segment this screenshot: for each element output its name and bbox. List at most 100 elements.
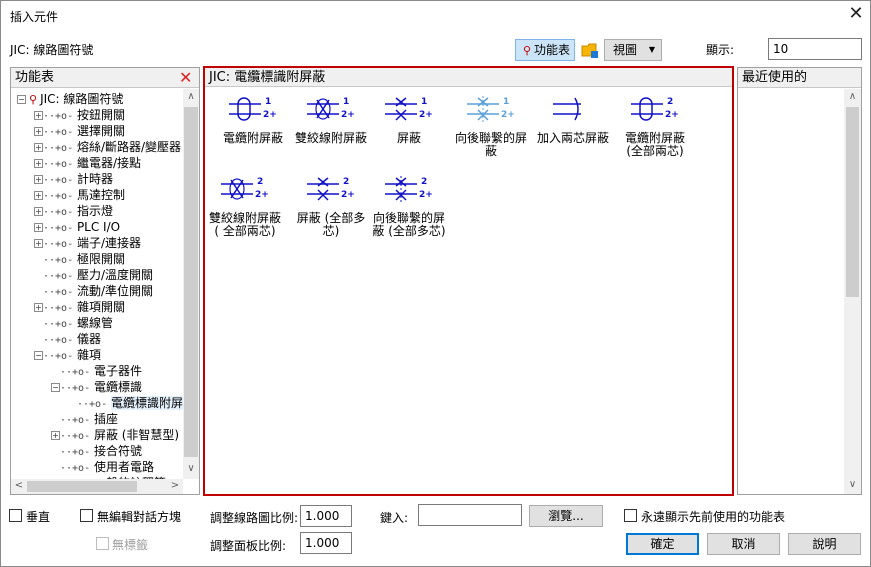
cancel-button[interactable]: 取消 (707, 533, 780, 555)
recent-scroll-thumb[interactable] (846, 107, 859, 297)
recent-scroll-down-icon[interactable]: ∨ (844, 479, 861, 490)
tree-item[interactable]: − ⚲ JIC: 線路圖符號 (17, 91, 123, 107)
tree-vertical-scrollbar[interactable]: ∧ ∨ (183, 89, 199, 479)
tree-item[interactable]: ··+o- 極限開關 (34, 251, 125, 267)
panel-scale-field[interactable]: 1.000 (300, 532, 352, 554)
tree-item[interactable]: +··+o- 選擇開關 (34, 123, 125, 139)
tree-item[interactable]: ··+o- 插座 (51, 411, 118, 427)
tree-item[interactable]: +··+o- PLC I/O (34, 219, 120, 235)
tree-item[interactable]: +··+o- 端子/連接器 (34, 235, 141, 251)
component-icon: ··+o- (43, 319, 74, 330)
folder-icon[interactable] (580, 40, 600, 60)
symbol-item[interactable]: 2 2+ 屏蔽 (全部多芯) (291, 174, 371, 238)
tree-horizontal-scrollbar[interactable]: < > (11, 479, 183, 494)
panel-scale-label: 調整面板比例: (210, 539, 287, 553)
shield-all-multi-icon: 2 2+ (291, 174, 371, 206)
expand-icon[interactable]: + (34, 239, 43, 248)
component-icon: ··+o- (60, 415, 91, 426)
collapse-icon[interactable]: − (17, 95, 26, 104)
tree-item[interactable]: +··+o- 計時器 (34, 171, 113, 187)
expand-icon[interactable]: + (34, 303, 43, 312)
tree-item[interactable]: +··+o- 繼電器/接點 (34, 155, 141, 171)
recent-scroll-up-icon[interactable]: ∧ (844, 91, 861, 102)
ok-button[interactable]: 確定 (626, 533, 699, 555)
tree-item[interactable]: ··+o- 電子器件 (51, 363, 142, 379)
tree-item-label: 按鈕開關 (76, 108, 125, 122)
expand-icon[interactable]: + (34, 127, 43, 136)
menu-tree: − ⚲ JIC: 線路圖符號 +··+o- 按鈕開關 +··+o- 選擇開關 +··+o-… (11, 89, 183, 479)
expand-icon[interactable]: + (34, 191, 43, 200)
browse-button[interactable]: 瀏覽... (529, 505, 603, 527)
symbol-item[interactable]: 2 2+ 向後聯繫的屏蔽 (全部多芯) (369, 174, 449, 238)
display-count-field[interactable]: 10 (768, 38, 862, 60)
tree-item[interactable]: ··+o- 儀器 (34, 331, 101, 347)
tree-item[interactable]: ··+o- 壓力/溫度開關 (34, 267, 153, 283)
library-path: JIC: 線路圖符號 (10, 43, 94, 57)
add-two-core-shield-icon (533, 94, 613, 126)
tree-item[interactable]: +··+o- 馬達控制 (34, 187, 125, 203)
delete-menu-icon[interactable]: ✕ (179, 70, 192, 86)
tree-item[interactable]: +··+o- 指示燈 (34, 203, 113, 219)
no-tag-checkbox[interactable] (96, 537, 109, 550)
symbol-item[interactable]: 1 2+ 雙絞線附屏蔽 (291, 94, 371, 145)
symbol-item[interactable]: 2 2+ 電纜附屏蔽 (全部兩芯) (615, 94, 695, 158)
tree-item[interactable]: ··+o- 螺線管 (34, 315, 113, 331)
symbol-item[interactable]: 1 2+ 向後聯繫的屏蔽 (451, 94, 531, 158)
menu-tree-title: 功能表 (11, 68, 199, 88)
scroll-right-icon[interactable]: > (169, 480, 181, 491)
symbol-item[interactable]: 加入兩芯屏蔽 (533, 94, 613, 145)
scroll-up-icon[interactable]: ∧ (183, 91, 199, 102)
always-show-checkbox[interactable] (624, 509, 637, 522)
collapse-icon[interactable]: − (34, 351, 43, 360)
cable-shield-all-two-icon: 2 2+ (615, 94, 695, 126)
tree-item[interactable]: −··+o- 雜項 (34, 347, 101, 363)
svg-text:1: 1 (343, 97, 349, 107)
title-bar (1, 1, 870, 31)
no-edit-dialog-checkbox[interactable] (80, 509, 93, 522)
scroll-down-icon[interactable]: ∨ (183, 463, 199, 474)
expand-icon[interactable]: + (34, 159, 43, 168)
symbol-item[interactable]: 1 2+ 電纜附屏蔽 (213, 94, 293, 145)
tree-item[interactable]: ··+o- 電纜標識附屏 (68, 395, 183, 411)
close-icon[interactable]: ✕ (844, 3, 868, 27)
tree-item[interactable]: +··+o- 熔絲/斷路器/變壓器 (34, 139, 181, 155)
tree-item[interactable]: +··+o- 按鈕開關 (34, 107, 125, 123)
recent-vertical-scrollbar[interactable]: ∧ ∨ (844, 89, 861, 494)
expand-icon[interactable]: + (34, 223, 43, 232)
wiring-scale-field[interactable]: 1.000 (300, 505, 352, 527)
tree-item[interactable]: −··+o- 電纜標識 (51, 379, 142, 395)
vertical-checkbox[interactable] (9, 509, 22, 522)
tree-item[interactable]: +··+o- 屏蔽 (非智慧型) (51, 427, 179, 443)
expand-icon[interactable]: + (34, 175, 43, 184)
tree-item[interactable]: ··+o- 使用者電路 (51, 459, 154, 475)
tree-item-label: 電子器件 (93, 364, 142, 378)
collapse-icon[interactable]: − (51, 383, 60, 392)
tree-scroll-thumb[interactable] (184, 107, 198, 457)
scroll-left-icon[interactable]: < (13, 480, 25, 491)
key-in-field[interactable] (418, 504, 522, 526)
svg-text:1: 1 (265, 97, 271, 107)
expand-icon[interactable]: + (34, 143, 43, 152)
component-icon: ··+o- (43, 111, 74, 122)
component-icon: ··+o- (43, 175, 74, 186)
tree-item-label: 指示燈 (76, 204, 113, 218)
expand-icon[interactable]: + (51, 431, 60, 440)
menu-view-button[interactable]: ⚲ 功能表 (515, 39, 575, 61)
component-icon: ··+o- (60, 447, 91, 458)
help-button[interactable]: 說明 (788, 533, 861, 555)
symbol-item[interactable]: 2 2+ 雙絞線附屏蔽 ( 全部兩芯) (205, 174, 285, 238)
view-dropdown[interactable]: 視圖 ▼ (604, 39, 662, 61)
tree-item[interactable]: ··+o- 流動/準位開關 (34, 283, 153, 299)
symbol-label: 電纜附屏蔽 (222, 131, 283, 145)
tree-item[interactable]: +··+o- 雜項開關 (34, 299, 125, 315)
tree-hscroll-thumb[interactable] (27, 481, 137, 492)
tree-item-label: 選擇開關 (76, 124, 125, 138)
svg-text:2+: 2+ (419, 110, 433, 120)
tree-item[interactable]: ··+o- 接合符號 (51, 443, 142, 459)
expand-icon[interactable]: + (34, 111, 43, 120)
display-count-label: 顯示: (706, 43, 735, 57)
twisted-pair-all-two-icon: 2 2+ (205, 174, 285, 206)
symbol-item[interactable]: 1 2+ 屏蔽 (369, 94, 449, 145)
expand-icon[interactable]: + (34, 207, 43, 216)
tree-item-label: 接合符號 (93, 444, 142, 458)
